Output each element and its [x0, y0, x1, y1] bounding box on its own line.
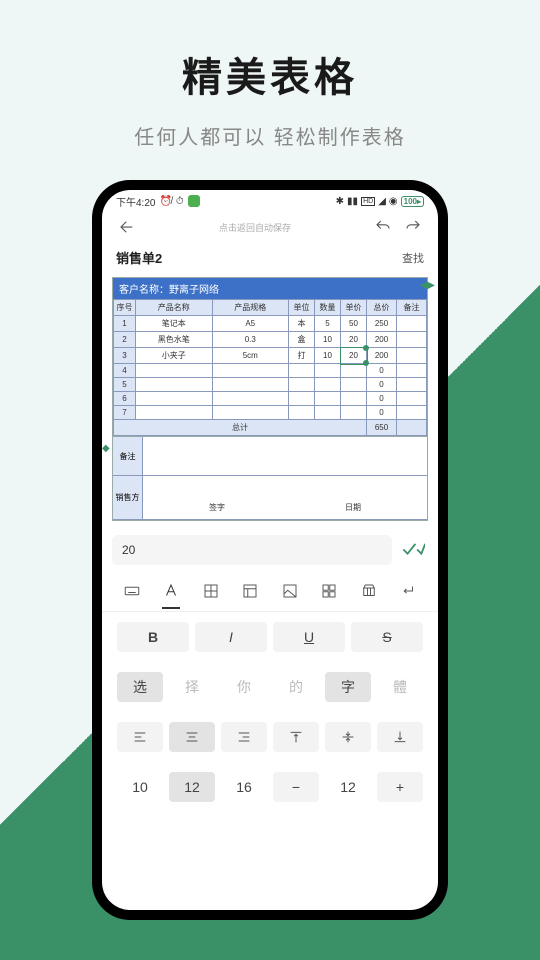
valign-bottom-button[interactable] [377, 722, 423, 752]
total-row: 总计650 [114, 420, 427, 436]
layout-tab[interactable] [238, 579, 262, 603]
tools-tab[interactable] [357, 579, 381, 603]
underline-button[interactable]: U [273, 622, 345, 652]
table-row[interactable]: 50 [114, 378, 427, 392]
cell-value-input[interactable] [112, 535, 392, 565]
image-tab[interactable] [278, 579, 302, 603]
redo-button[interactable] [402, 216, 424, 238]
format-tabs [102, 575, 438, 612]
document-title: 销售单2 [116, 248, 162, 267]
signal2-icon: ◢ [378, 196, 386, 207]
strikethrough-button[interactable]: S [351, 622, 423, 652]
spreadsheet[interactable]: 客户名称：野离子网络 ◀▶ 序号产品名称产品规格单位数量单价总价备注 1笔记本A… [112, 277, 428, 437]
font-option[interactable]: 體 [377, 672, 423, 702]
align-row [102, 712, 438, 762]
font-option[interactable]: 选 [117, 672, 163, 702]
marketing-subtitle: 任何人都可以 轻松制作表格 [0, 121, 540, 150]
alarm-off-icon: ⏰̸ [159, 196, 171, 207]
valign-top-button[interactable] [273, 722, 319, 752]
find-button[interactable]: 查找 [402, 250, 424, 266]
seller-label: 销售方 [113, 476, 143, 519]
size-option[interactable]: 16 [221, 772, 267, 802]
cell-tab[interactable] [199, 579, 223, 603]
align-right-button[interactable] [221, 722, 267, 752]
font-choice-row: 选 择 你 的 字 體 [102, 662, 438, 712]
bold-button[interactable]: B [117, 622, 189, 652]
undo-button[interactable] [372, 216, 394, 238]
table-row[interactable]: 40 [114, 364, 427, 378]
app-toolbar: 点击返回自动保存 [102, 212, 438, 242]
remark-label: 备注 [113, 437, 143, 475]
battery-icon: 100▸ [401, 196, 424, 207]
column-resize-handle[interactable]: ◀▶ [420, 280, 435, 291]
confirm-button[interactable] [400, 536, 428, 564]
italic-button[interactable]: I [195, 622, 267, 652]
grid-tab[interactable] [317, 579, 341, 603]
selection-handle[interactable] [363, 345, 369, 351]
wifi-icon: ◉ [389, 196, 398, 207]
table-row[interactable]: 70 [114, 406, 427, 420]
header-row: 序号产品名称产品规格单位数量单价总价备注 [114, 300, 427, 316]
back-button[interactable] [116, 216, 138, 238]
phone-frame: 下午4:20 ⏰̸ ⏱ ✱ ▮▮ HD ◢ ◉ 100▸ 点击返回自动保存 销售… [92, 180, 448, 920]
table-row[interactable]: 1笔记本A5本550250 [114, 316, 427, 332]
align-left-button[interactable] [117, 722, 163, 752]
size-current: 12 [325, 772, 371, 802]
clock-icon: ⏱ [176, 196, 184, 207]
hd-icon: HD [361, 197, 375, 206]
status-dot-icon [188, 195, 200, 207]
signal-icon: ▮▮ [347, 196, 358, 207]
size-row: 10 12 16 − 12 + [102, 762, 438, 812]
table-row[interactable]: 3小夹子5cm打1020200 [114, 348, 427, 364]
selection-handle[interactable] [363, 360, 369, 366]
marketing-title: 精美表格 [0, 45, 540, 103]
row-resize-handle[interactable]: ◆ [102, 443, 110, 454]
bluetooth-icon: ✱ [336, 196, 344, 207]
phone-screen: 下午4:20 ⏰̸ ⏱ ✱ ▮▮ HD ◢ ◉ 100▸ 点击返回自动保存 销售… [102, 190, 438, 910]
notes-section: 备注 销售方签字日期 [112, 437, 428, 521]
keyboard-tab[interactable] [120, 579, 144, 603]
font-option[interactable]: 的 [273, 672, 319, 702]
sheet-customer-header: 客户名称：野离子网络 ◀▶ [113, 278, 427, 299]
status-bar: 下午4:20 ⏰̸ ⏱ ✱ ▮▮ HD ◢ ◉ 100▸ [102, 190, 438, 212]
font-option[interactable]: 字 [325, 672, 371, 702]
size-option[interactable]: 10 [117, 772, 163, 802]
text-format-tab[interactable] [159, 579, 183, 603]
font-option[interactable]: 你 [221, 672, 267, 702]
text-style-row: B I U S [102, 612, 438, 662]
enter-tab[interactable] [396, 579, 420, 603]
table-row[interactable]: 60 [114, 392, 427, 406]
autosave-hint: 点击返回自动保存 [219, 221, 291, 234]
size-decrease-button[interactable]: − [273, 772, 319, 802]
status-time: 下午4:20 [116, 194, 155, 209]
valign-middle-button[interactable] [325, 722, 371, 752]
align-center-button[interactable] [169, 722, 215, 752]
size-option[interactable]: 12 [169, 772, 215, 802]
font-option[interactable]: 择 [169, 672, 215, 702]
table-row[interactable]: 2黑色水笔0.3盒1020200 [114, 332, 427, 348]
size-increase-button[interactable]: + [377, 772, 423, 802]
